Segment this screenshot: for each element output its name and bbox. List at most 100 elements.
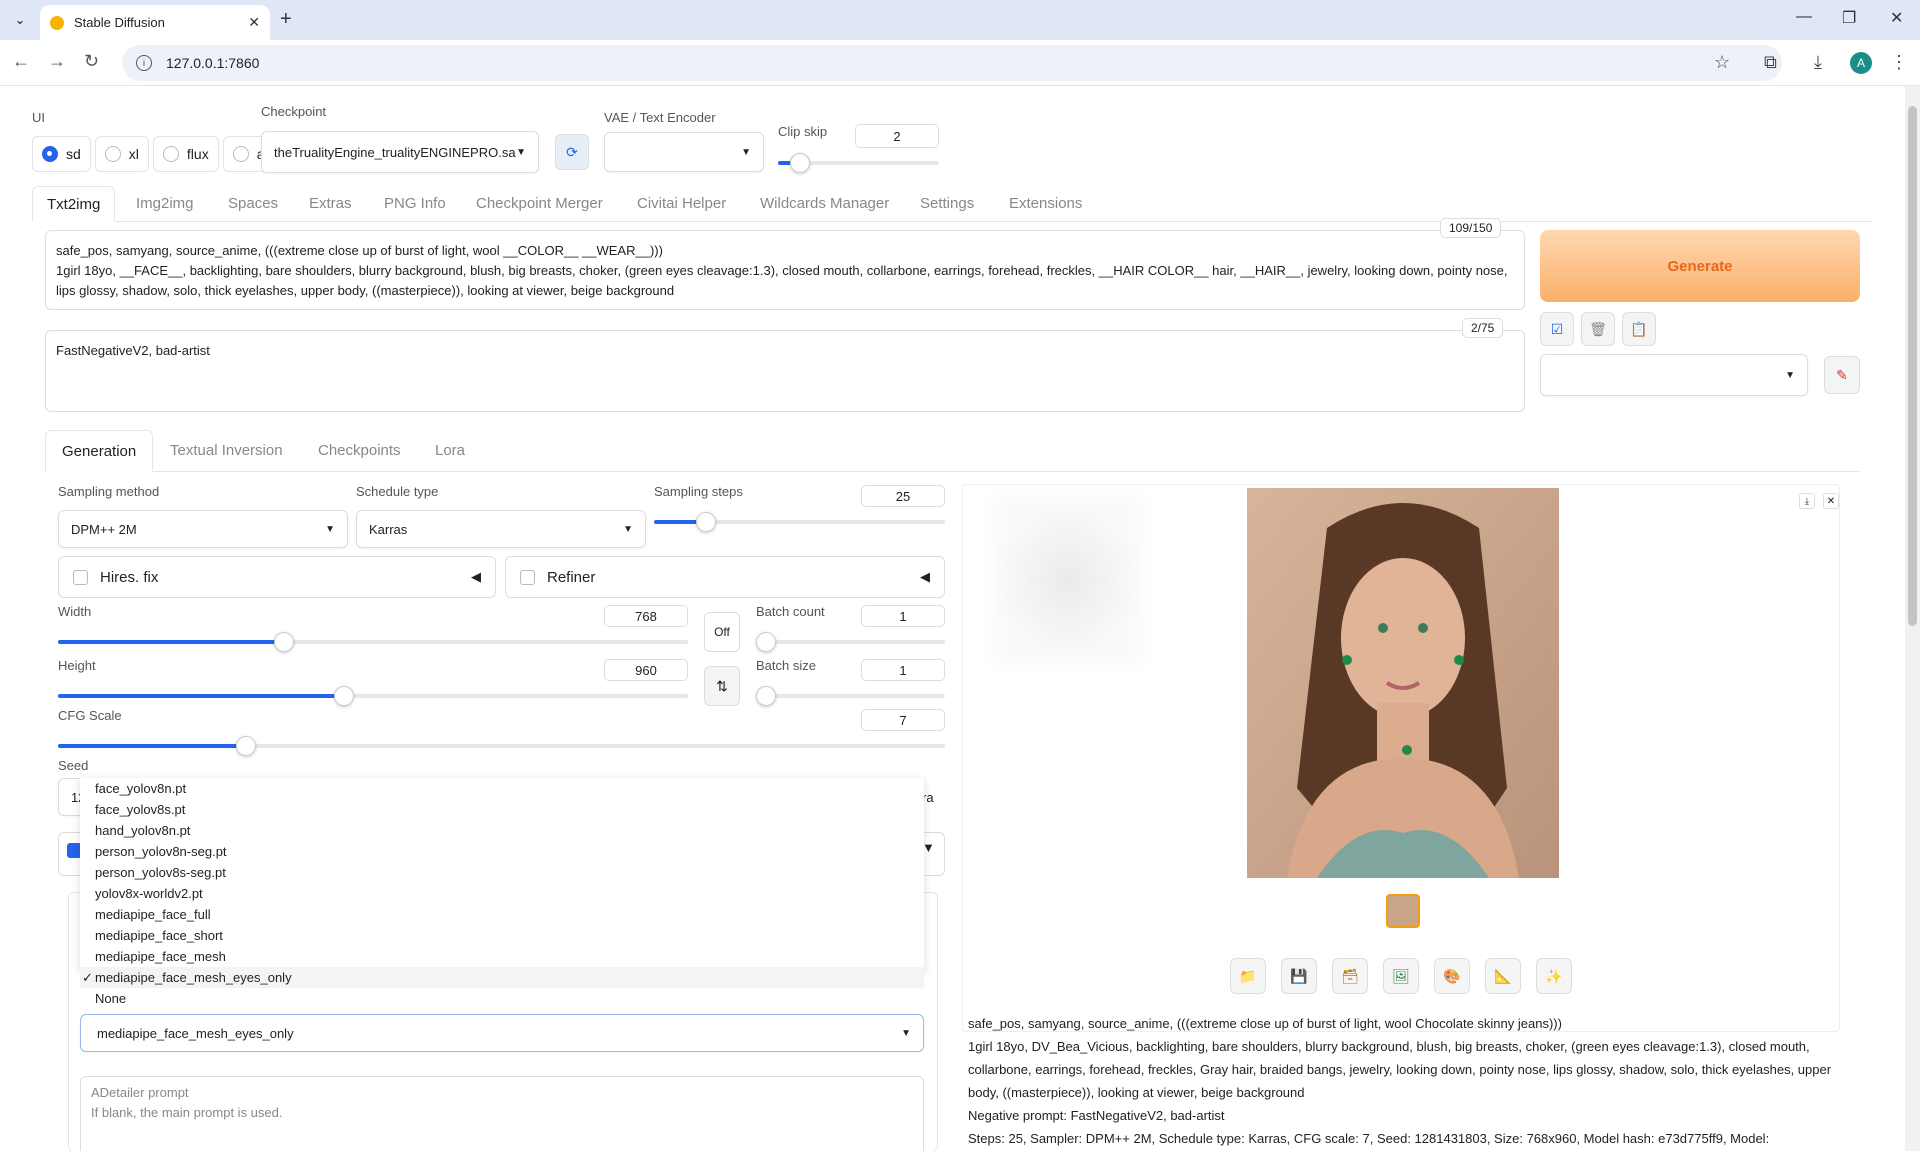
address-bar[interactable]: i 127.0.0.1:7860 bbox=[122, 45, 1782, 81]
negative-prompt-textarea[interactable]: FastNegativeV2, bad-artist bbox=[45, 330, 1525, 412]
styles-select[interactable]: ▼ bbox=[1540, 354, 1808, 396]
dropdown-item[interactable]: person_yolov8n-seg.pt bbox=[80, 841, 924, 862]
slider-knob[interactable] bbox=[756, 632, 776, 652]
sampling-steps-input[interactable]: 25 bbox=[861, 485, 945, 507]
tab-spaces[interactable]: Spaces bbox=[228, 186, 278, 222]
new-tab-icon[interactable]: + bbox=[280, 8, 292, 31]
slider-knob[interactable] bbox=[274, 632, 294, 652]
reload-icon[interactable]: ↻ bbox=[84, 51, 99, 72]
tab-checkpoints[interactable]: Checkpoints bbox=[318, 430, 401, 472]
dropdown-item[interactable]: face_yolov8n.pt bbox=[80, 778, 924, 799]
paste-style-button[interactable]: 📋 bbox=[1622, 312, 1656, 346]
slider-knob[interactable] bbox=[790, 153, 810, 173]
sampling-method-select[interactable]: DPM++ 2M ▼ bbox=[58, 510, 348, 548]
tab-extensions[interactable]: Extensions bbox=[1009, 186, 1082, 222]
save-button[interactable]: 💾 bbox=[1281, 958, 1317, 994]
page-scrollbar[interactable] bbox=[1905, 86, 1920, 1151]
back-icon[interactable]: ← bbox=[12, 51, 30, 72]
dropdown-item[interactable]: hand_yolov8n.pt bbox=[80, 820, 924, 841]
generated-image[interactable] bbox=[1247, 488, 1559, 878]
close-image-icon[interactable]: ✕ bbox=[1823, 493, 1839, 509]
dropdown-item[interactable]: person_yolov8s-seg.pt bbox=[80, 862, 924, 883]
clip-skip-slider[interactable] bbox=[778, 153, 939, 173]
scrollbar-thumb[interactable] bbox=[1908, 106, 1917, 626]
close-window-icon[interactable]: ✕ bbox=[1890, 8, 1903, 28]
tab-lora[interactable]: Lora bbox=[435, 430, 465, 472]
sampling-steps-slider[interactable] bbox=[654, 512, 945, 532]
tab-img2img[interactable]: Img2img bbox=[136, 186, 194, 222]
open-folder-button[interactable]: 📁 bbox=[1230, 958, 1266, 994]
tab-settings[interactable]: Settings bbox=[920, 186, 974, 222]
edit-styles-button[interactable]: ✎ bbox=[1824, 356, 1860, 394]
read-params-button[interactable]: ☑ bbox=[1540, 312, 1574, 346]
tab-wildcards-manager[interactable]: Wildcards Manager bbox=[760, 186, 889, 222]
ui-radio-sd[interactable]: sd bbox=[32, 136, 91, 172]
bookmark-star-icon[interactable]: ☆ bbox=[1714, 52, 1730, 73]
browser-tab[interactable]: Stable Diffusion ✕ bbox=[40, 5, 270, 40]
download-icon[interactable]: ⤓ bbox=[1814, 52, 1822, 73]
dropdown-item[interactable]: mediapipe_face_short bbox=[80, 925, 924, 946]
dropdown-item[interactable]: mediapipe_face_full bbox=[80, 904, 924, 925]
close-tab-icon[interactable]: ✕ bbox=[248, 14, 260, 31]
tab-textual-inversion[interactable]: Textual Inversion bbox=[170, 430, 283, 472]
refiner-accordion[interactable]: Refiner ◀ bbox=[505, 556, 945, 598]
schedule-type-select[interactable]: Karras ▼ bbox=[356, 510, 646, 548]
cfg-scale-slider[interactable] bbox=[58, 736, 945, 756]
hires-fix-accordion[interactable]: Hires. fix ◀ bbox=[58, 556, 496, 598]
forward-icon[interactable]: → bbox=[48, 51, 66, 72]
width-slider[interactable] bbox=[58, 632, 688, 652]
checkpoint-select[interactable]: theTrualityEngine_trualityENGINEPRO.sa ▼ bbox=[261, 131, 539, 173]
tab-checkpoint-merger[interactable]: Checkpoint Merger bbox=[476, 186, 603, 222]
height-slider[interactable] bbox=[58, 686, 688, 706]
adetailer-model-select[interactable]: mediapipe_face_mesh_eyes_only ▼ bbox=[80, 1014, 924, 1052]
prompt-textarea[interactable]: safe_pos, samyang, source_anime, (((extr… bbox=[45, 230, 1525, 310]
batch-count-input[interactable]: 1 bbox=[861, 605, 945, 627]
dropdown-item[interactable]: yolov8x-worldv2.pt bbox=[80, 883, 924, 904]
slider-knob[interactable] bbox=[236, 736, 256, 756]
ui-radio-xl[interactable]: xl bbox=[94, 136, 149, 172]
aspect-lock-button[interactable]: Off bbox=[704, 612, 740, 652]
tab-png-info[interactable]: PNG Info bbox=[384, 186, 446, 222]
upscale-button[interactable]: ✨ bbox=[1536, 958, 1572, 994]
width-input[interactable]: 768 bbox=[604, 605, 688, 627]
gallery-thumbnail[interactable] bbox=[1386, 894, 1420, 928]
batch-count-slider[interactable] bbox=[756, 632, 945, 652]
browser-menu-icon[interactable]: ⋮ bbox=[1890, 52, 1908, 73]
tab-search-icon[interactable]: ⌄ bbox=[8, 8, 32, 32]
tab-civitai-helper[interactable]: Civitai Helper bbox=[637, 186, 726, 222]
slider-knob[interactable] bbox=[756, 686, 776, 706]
dropdown-item[interactable]: face_yolov8s.pt bbox=[80, 799, 924, 820]
dropdown-item-selected[interactable]: mediapipe_face_mesh_eyes_only bbox=[80, 967, 924, 988]
zip-button[interactable]: 🗃 bbox=[1332, 958, 1368, 994]
dropdown-item[interactable]: None bbox=[80, 988, 924, 1009]
extensions-icon[interactable]: ⧉ bbox=[1764, 52, 1777, 73]
hires-fix-checkbox[interactable] bbox=[73, 569, 88, 585]
minimize-icon[interactable]: — bbox=[1796, 8, 1812, 26]
generate-button[interactable]: Generate bbox=[1540, 230, 1860, 302]
tab-extras[interactable]: Extras bbox=[309, 186, 352, 222]
send-to-extras-button[interactable]: 📐 bbox=[1485, 958, 1521, 994]
tab-generation[interactable]: Generation bbox=[45, 430, 154, 472]
vae-select[interactable]: ▼ bbox=[604, 132, 764, 172]
restore-icon[interactable]: ❐ bbox=[1842, 8, 1856, 28]
site-info-icon[interactable]: i bbox=[136, 55, 152, 71]
send-to-inpaint-button[interactable]: 🎨 bbox=[1434, 958, 1470, 994]
clip-skip-input[interactable]: 2 bbox=[855, 124, 939, 148]
send-to-img2img-button[interactable]: 🖼 bbox=[1383, 958, 1419, 994]
cfg-scale-input[interactable]: 7 bbox=[861, 709, 945, 731]
refiner-checkbox[interactable] bbox=[520, 569, 535, 585]
refresh-checkpoint-button[interactable]: ⟳ bbox=[555, 134, 589, 170]
slider-knob[interactable] bbox=[334, 686, 354, 706]
swap-dimensions-button[interactable]: ⇅ bbox=[704, 666, 740, 706]
tab-txt2img[interactable]: Txt2img bbox=[32, 186, 116, 222]
clear-prompt-button[interactable]: 🗑 bbox=[1581, 312, 1615, 346]
slider-knob[interactable] bbox=[696, 512, 716, 532]
profile-avatar[interactable]: A bbox=[1850, 52, 1872, 74]
download-image-icon[interactable]: ⤓ bbox=[1799, 493, 1815, 509]
height-input[interactable]: 960 bbox=[604, 659, 688, 681]
dropdown-item[interactable]: mediapipe_face_mesh bbox=[80, 946, 924, 967]
batch-size-input[interactable]: 1 bbox=[861, 659, 945, 681]
ui-radio-flux[interactable]: flux bbox=[152, 136, 219, 172]
batch-size-slider[interactable] bbox=[756, 686, 945, 706]
adetailer-prompt-input[interactable]: ADetailer prompt If blank, the main prom… bbox=[80, 1076, 924, 1151]
